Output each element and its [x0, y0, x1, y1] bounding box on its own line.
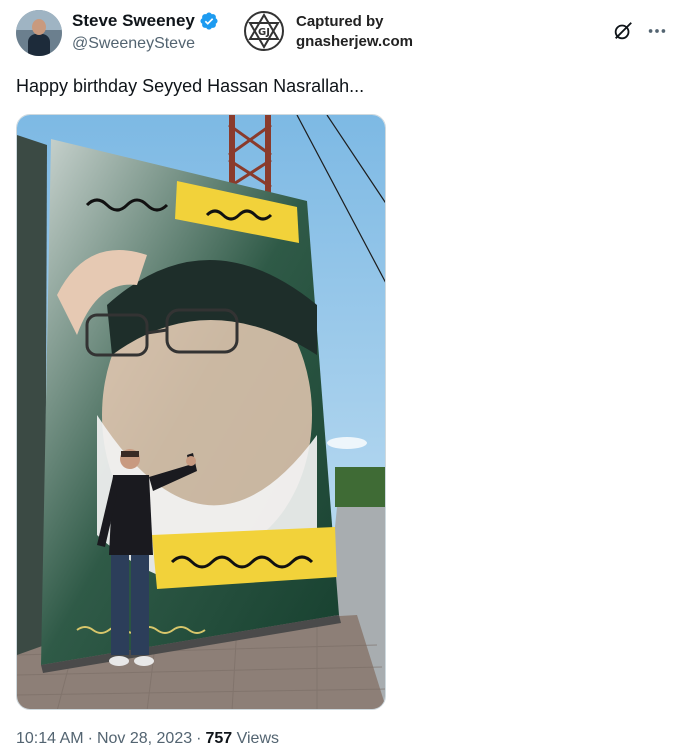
watermark-line2: gnasherjew.com — [296, 33, 413, 50]
author-display-name[interactable]: Steve Sweeney — [72, 11, 195, 31]
svg-text:GJ: GJ — [258, 27, 270, 38]
watermark: GJ Captured by gnasherjew.com — [240, 8, 450, 54]
meta-separator: · — [87, 730, 93, 747]
grok-icon[interactable] — [612, 20, 634, 42]
meta-separator: · — [196, 730, 202, 747]
more-icon[interactable] — [646, 20, 668, 42]
avatar[interactable] — [16, 10, 62, 56]
views-count: 757 — [205, 730, 233, 747]
watermark-line1: Captured by — [296, 13, 384, 30]
tweet-header: Steve Sweeney @SweeneySteve GJ Captured … — [16, 8, 676, 56]
tweet-time[interactable]: 10:14 AM — [16, 730, 84, 747]
tweet-meta: 10:14 AM · Nov 28, 2023 · 757 Views — [16, 730, 279, 748]
tweet-date[interactable]: Nov 28, 2023 — [97, 730, 192, 747]
tweet-photo[interactable] — [16, 114, 386, 710]
star-of-david-logo-icon: GJ — [244, 11, 284, 51]
author-handle[interactable]: @SweeneySteve — [72, 35, 195, 53]
author-name-row[interactable]: Steve Sweeney — [72, 11, 219, 31]
top-actions — [612, 20, 668, 42]
views-label: Views — [236, 730, 279, 747]
verified-badge-icon — [199, 11, 219, 31]
watermark-text: Captured by gnasherjew.com — [296, 12, 413, 52]
tweet-text: Happy birthday Seyyed Hassan Nasrallah..… — [16, 76, 365, 96]
